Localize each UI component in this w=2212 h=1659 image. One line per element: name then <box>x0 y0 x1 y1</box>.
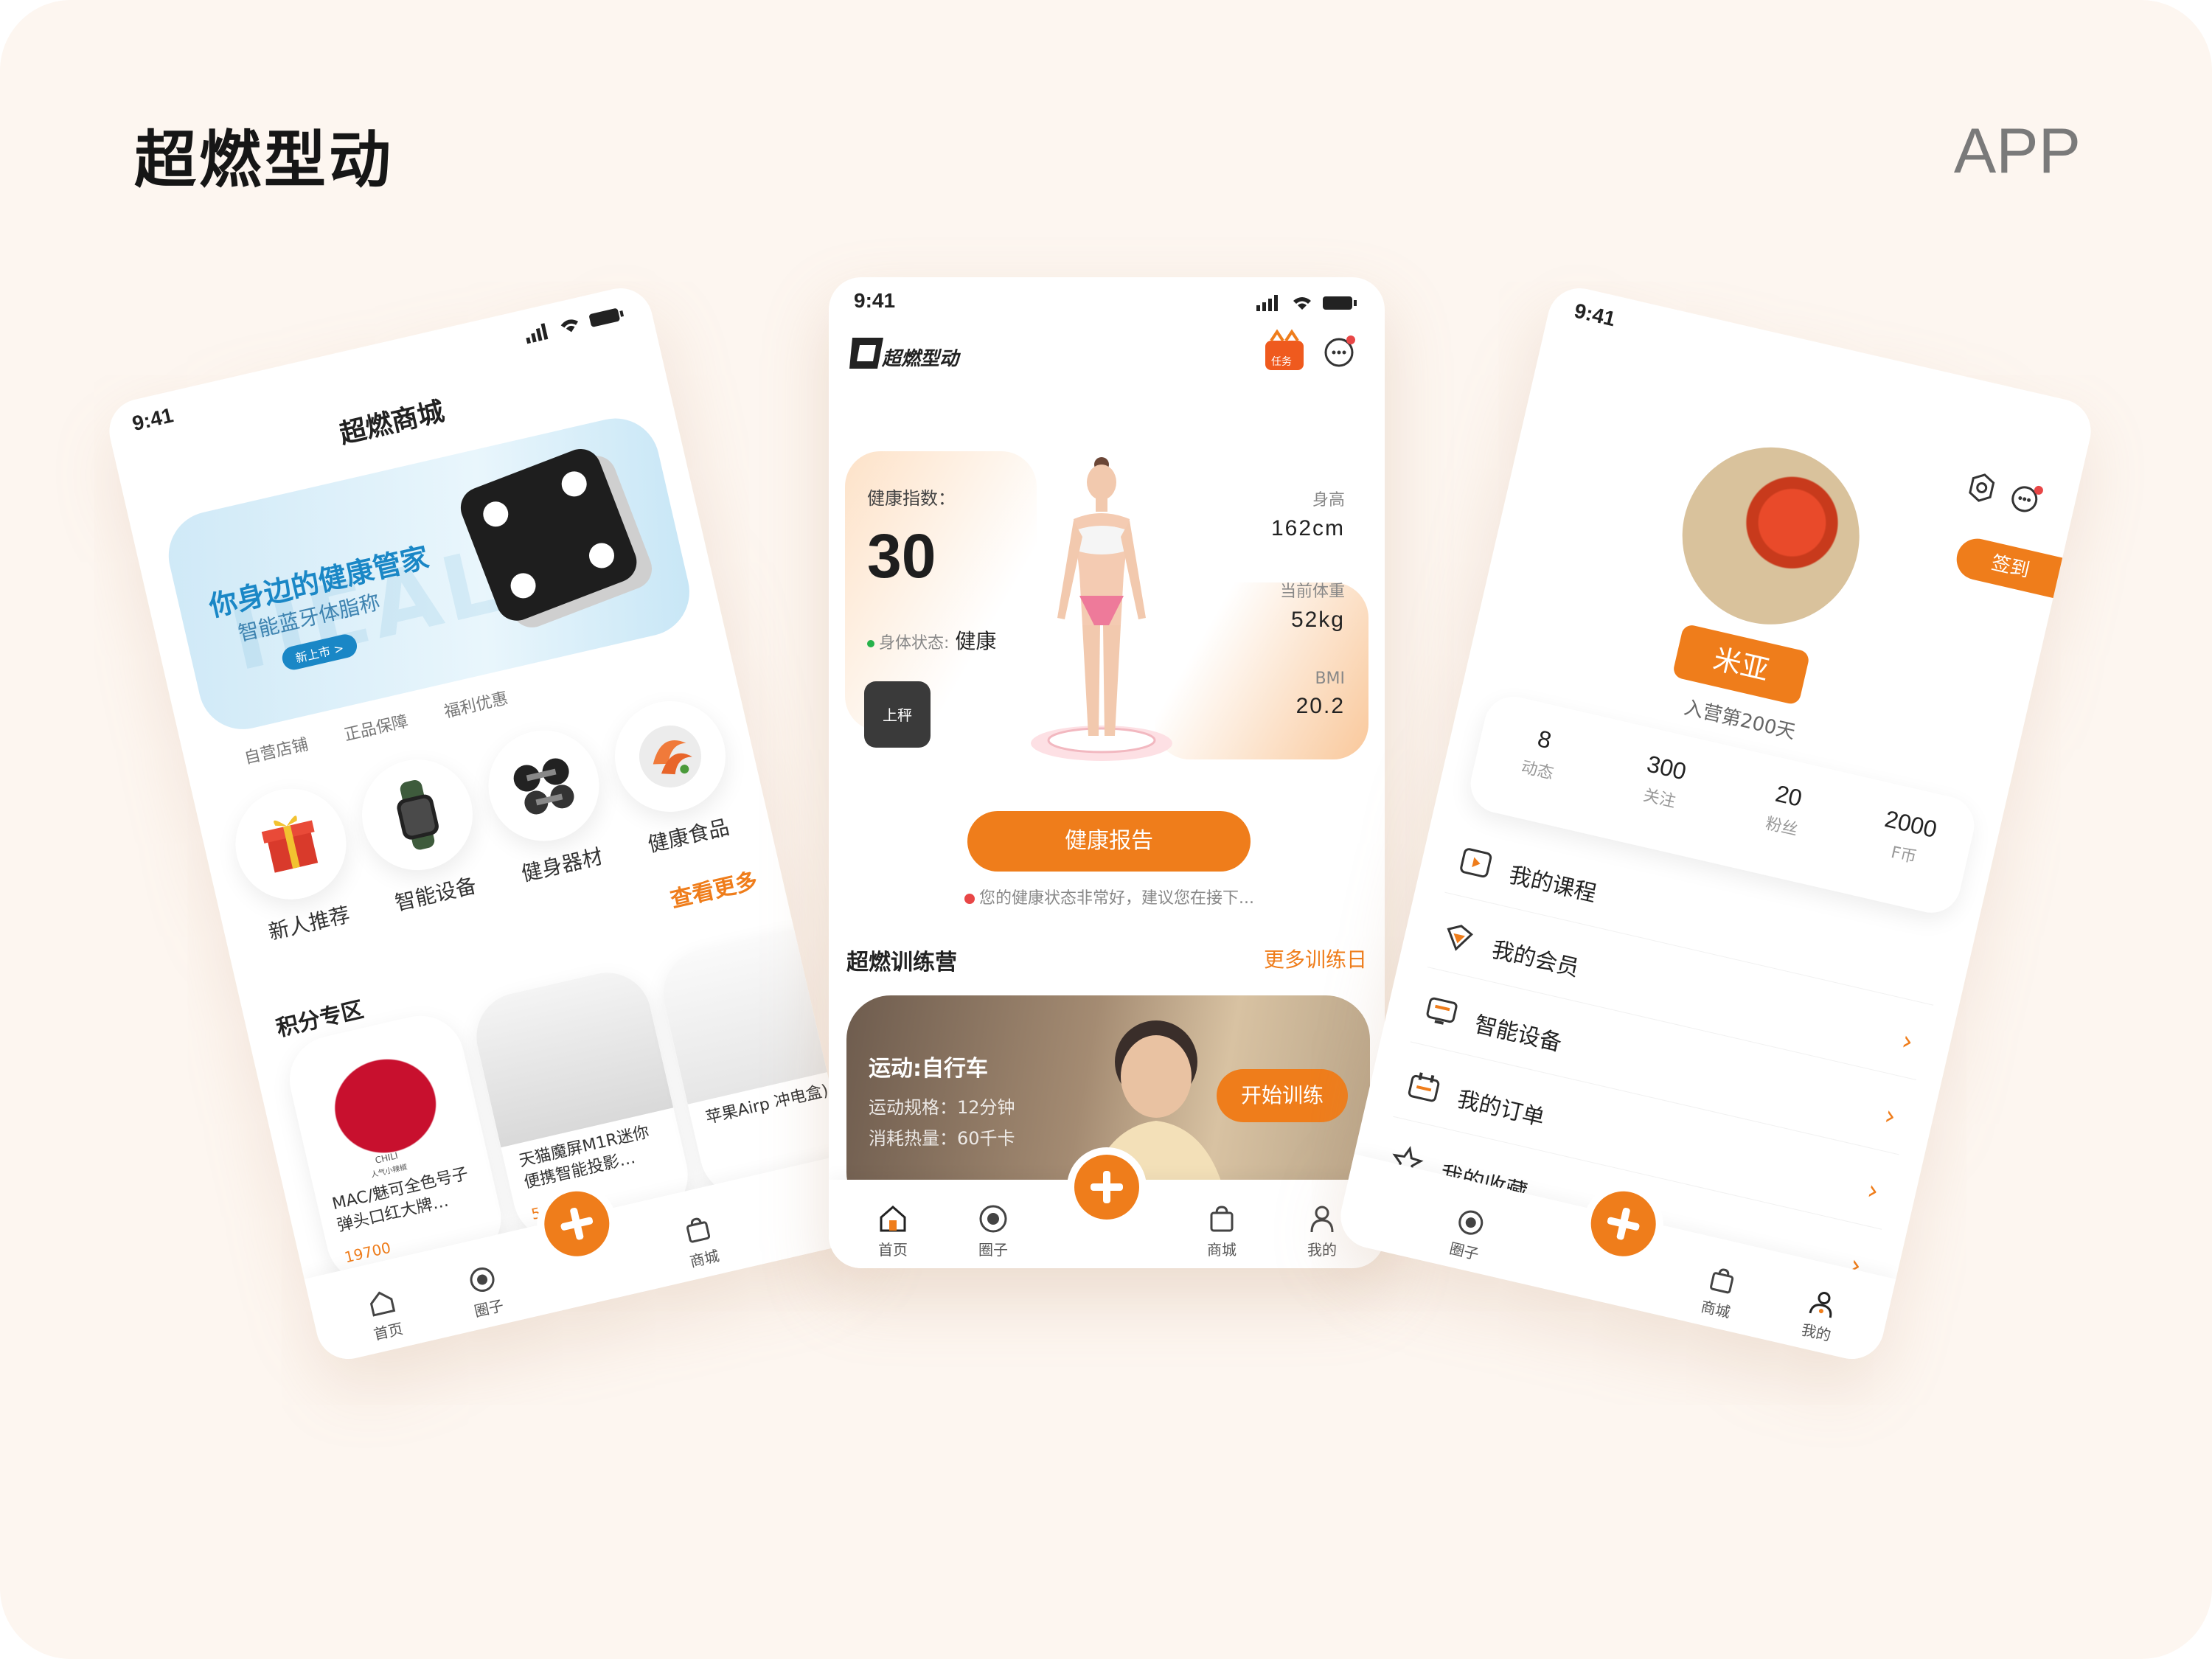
home-screen: 9:41 超燃型动 任务 健康指数： 30 身体状态: 健康 上秤 身高 162… <box>829 277 1385 1268</box>
status-time: 9:41 <box>1572 299 1618 331</box>
tab-label: 商城 <box>688 1246 721 1271</box>
authentic-label: 正品保障 <box>342 712 410 745</box>
profile-actions <box>1961 468 2048 522</box>
weigh-in-button[interactable]: 上秤 <box>864 681 931 748</box>
dumbbell-icon <box>477 719 611 852</box>
health-index-value: 30 <box>867 521 936 591</box>
weight-metric: 当前体重 52kg <box>1279 582 1345 632</box>
training-calories: 消耗热量：60千卡 <box>869 1128 1015 1149</box>
tab-label: 圈子 <box>472 1296 506 1321</box>
health-tip: 您的健康状态非常好，建议您在接下... <box>964 885 1254 908</box>
category-smart-devices[interactable]: 智能设备 <box>351 748 493 920</box>
stat-coins[interactable]: 2000 F币 <box>1848 799 1968 877</box>
pin-icon <box>964 894 975 904</box>
tab-circle[interactable]: 圈子 <box>953 1203 1034 1259</box>
bag-icon <box>1710 1268 1734 1294</box>
training-sport: 运动:自行车 <box>869 1056 988 1082</box>
tab-label: 我的 <box>1307 1241 1337 1259</box>
tab-label: 我的 <box>1800 1321 1833 1345</box>
signal-wifi-battery-icon <box>1256 295 1357 311</box>
person-icon <box>1310 1206 1334 1233</box>
category-new-user[interactable]: 新人推荐 <box>224 777 366 950</box>
stat-following[interactable]: 300 关注 <box>1603 742 1723 821</box>
device-icon <box>1426 997 1458 1025</box>
body-state: 身体状态: 健康 <box>867 625 996 655</box>
chevron-right-icon: › <box>1881 1100 1899 1133</box>
self-operated-label: 自营店铺 <box>243 735 310 768</box>
status-bar: 9:41 <box>829 277 1385 329</box>
home-icon <box>880 1206 906 1232</box>
page-title: 超燃型动 <box>134 124 394 196</box>
membership-icon <box>1447 925 1473 951</box>
body-figure-illustration <box>1031 457 1172 761</box>
store-screen: 9:41 超燃商城 HEALTH 你身边的健康管家 智能蓝牙体脂称 新上市 > … <box>102 282 866 1366</box>
circle-icon <box>470 1267 495 1293</box>
tab-circle[interactable]: 圈子 <box>439 1256 531 1327</box>
bmi-metric: BMI 20.2 <box>1295 669 1345 718</box>
course-icon <box>1460 848 1492 878</box>
status-time: 9:41 <box>854 289 896 312</box>
health-card: 健康指数： 30 身体状态: 健康 上秤 身高 162cm 当前体重 52kg … <box>845 451 1368 761</box>
tab-label: 商城 <box>1207 1241 1237 1259</box>
chevron-right-icon: › <box>1899 1025 1916 1058</box>
bag-icon <box>686 1217 711 1243</box>
category-fitness-equipment[interactable]: 健身器材 <box>477 719 619 891</box>
status-bar: 9:41 <box>1544 282 2097 457</box>
stat-posts[interactable]: 8 动态 <box>1481 714 1601 793</box>
task-label: 任务 <box>1271 356 1292 368</box>
message-icon[interactable] <box>1323 333 1358 369</box>
shrimp-dish-icon <box>604 690 737 823</box>
logo-text: 超燃型动 <box>882 348 959 370</box>
tab-label: 商城 <box>1699 1297 1732 1322</box>
category-health-food[interactable]: 健康食品 <box>604 690 745 862</box>
smartwatch-icon <box>351 748 484 882</box>
status-time: 9:41 <box>130 403 175 436</box>
chevron-right-icon: › <box>1864 1175 1882 1207</box>
circle-icon <box>979 1205 1007 1233</box>
message-icon[interactable] <box>2007 479 2046 518</box>
bag-icon <box>1210 1206 1234 1232</box>
training-section-title: 超燃训练营 <box>846 950 957 975</box>
platform-tag: APP <box>1953 116 2081 187</box>
tab-label: 首页 <box>878 1241 908 1259</box>
app-logo: 超燃型动 <box>848 330 960 376</box>
tab-label: 圈子 <box>1447 1239 1481 1264</box>
check-in-button[interactable]: 签到 <box>1952 535 2068 599</box>
training-spec: 运动规格：12分钟 <box>869 1097 1015 1118</box>
category-grid: 新人推荐 智能设备 健身器材 健康食品 <box>224 690 750 961</box>
gift-icon <box>224 777 358 911</box>
tab-home[interactable]: 首页 <box>852 1203 933 1259</box>
tab-label: 圈子 <box>978 1241 1008 1259</box>
home-icon <box>369 1291 396 1317</box>
tab-home[interactable]: 首页 <box>339 1279 431 1350</box>
tab-label: 首页 <box>372 1319 405 1344</box>
tab-circle[interactable]: 圈子 <box>1422 1199 1514 1270</box>
tab-mall[interactable]: 商城 <box>1181 1203 1262 1259</box>
person-icon <box>1809 1292 1832 1318</box>
task-icon[interactable]: 任务 <box>1261 327 1308 375</box>
order-icon <box>1408 1072 1440 1102</box>
body-state-value: 健康 <box>955 629 997 653</box>
tab-mall[interactable]: 商城 <box>655 1206 746 1277</box>
profile-screen: 9:41 签到 米亚 入营第200天 8 动态 300 关注 20 粉丝 2000 F币… <box>1334 282 2098 1366</box>
avatar[interactable] <box>1664 429 1877 642</box>
welfare-label: 福利优惠 <box>442 689 510 723</box>
circle-icon <box>1458 1210 1484 1235</box>
see-more-link[interactable]: 查看更多 <box>667 862 760 914</box>
height-metric: 身高 162cm <box>1270 491 1345 540</box>
add-button[interactable] <box>1074 1155 1139 1220</box>
bottom-nav: 首页 圈子 商城 我的 <box>829 1155 1385 1268</box>
signal-wifi-battery-icon <box>526 308 625 344</box>
health-index-label: 健康指数： <box>867 488 956 509</box>
presentation-board: 超燃型动 APP 9:41 超燃商城 HEALTH 你身边的健康管家 智能蓝牙体… <box>0 0 2212 1659</box>
tab-mall[interactable]: 商城 <box>1674 1257 1765 1328</box>
status-dot-icon <box>867 640 874 647</box>
tab-mine[interactable]: 我的 <box>1775 1280 1866 1351</box>
health-report-button[interactable]: 健康报告 <box>967 811 1251 872</box>
start-training-button[interactable]: 开始训练 <box>1217 1069 1348 1122</box>
more-training-link[interactable]: 更多训练日 <box>1264 944 1367 973</box>
settings-icon[interactable] <box>1962 468 2001 507</box>
projector-image <box>467 964 674 1148</box>
stat-followers[interactable]: 20 粉丝 <box>1725 771 1846 849</box>
